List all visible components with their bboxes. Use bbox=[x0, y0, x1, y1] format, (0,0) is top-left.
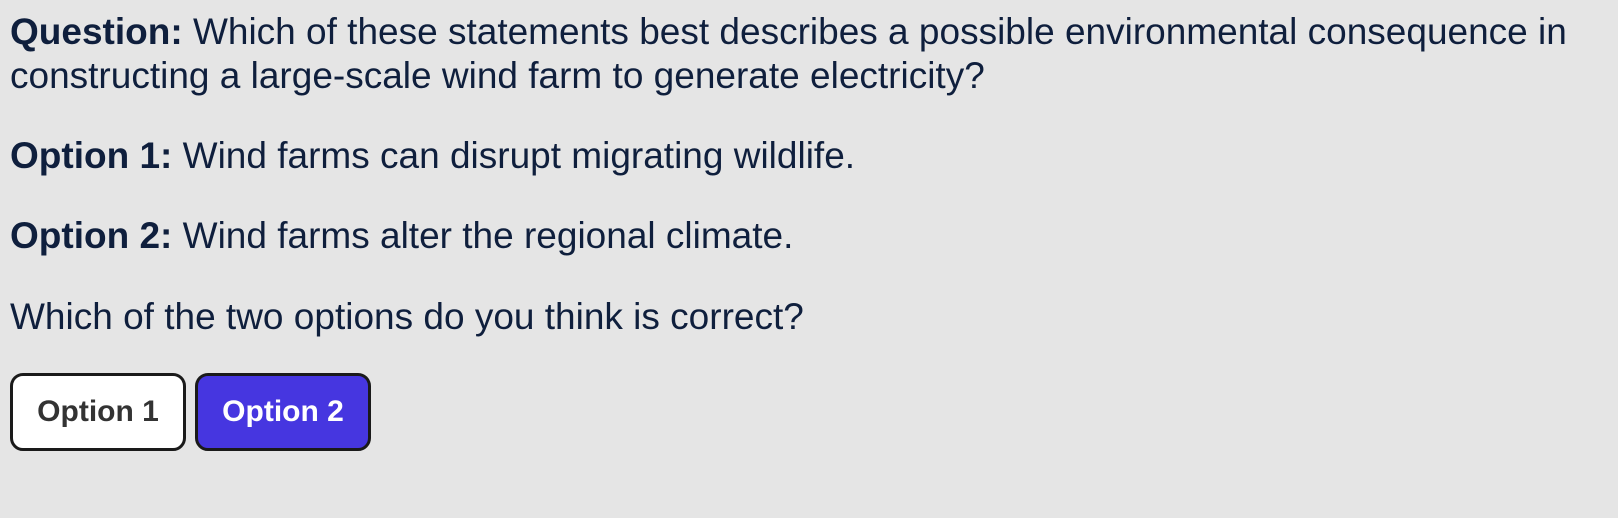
option-1-label: Option 1: bbox=[10, 135, 173, 176]
option-2-button[interactable]: Option 2 bbox=[195, 373, 371, 451]
question-body: Which of these statements best describes… bbox=[10, 11, 1567, 96]
question-panel: Question: Which of these statements best… bbox=[0, 0, 1618, 451]
option-2-label: Option 2: bbox=[10, 215, 173, 256]
option-1-button[interactable]: Option 1 bbox=[10, 373, 186, 451]
question-text: Question: Which of these statements best… bbox=[10, 10, 1610, 98]
question-label: Question: bbox=[10, 11, 183, 52]
option-2-statement: Option 2: Wind farms alter the regional … bbox=[10, 214, 1608, 258]
option-1-text: Wind farms can disrupt migrating wildlif… bbox=[172, 135, 856, 176]
option-2-text: Wind farms alter the regional climate. bbox=[172, 215, 794, 256]
answer-buttons: Option 1 Option 2 bbox=[10, 373, 1608, 451]
option-1-statement: Option 1: Wind farms can disrupt migrati… bbox=[10, 134, 1608, 178]
answer-prompt: Which of the two options do you think is… bbox=[10, 296, 804, 337]
